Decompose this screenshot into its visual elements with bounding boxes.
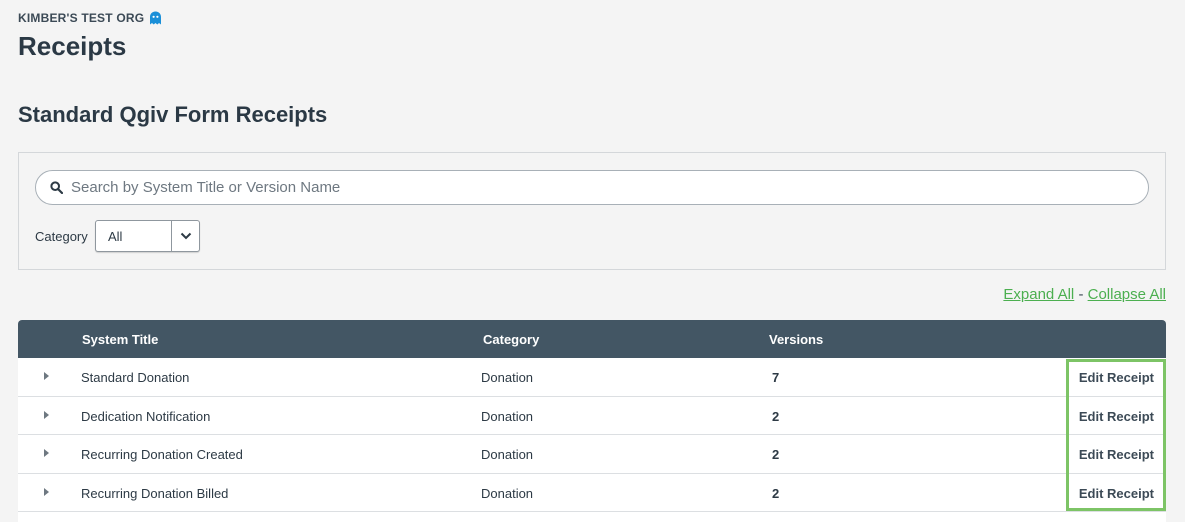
table-row: Standard Donation Donation 7 Edit Receip… bbox=[18, 358, 1166, 397]
collapse-all-link[interactable]: Collapse All bbox=[1088, 286, 1166, 303]
table-row: Dedication Notification Donation 2 Edit … bbox=[18, 396, 1166, 435]
edit-receipt-button[interactable]: Edit Receipt bbox=[1079, 370, 1154, 385]
expand-caret-icon[interactable] bbox=[44, 487, 49, 496]
expand-caret-icon[interactable] bbox=[44, 372, 49, 380]
category-cell: Donation bbox=[481, 447, 534, 462]
search-input[interactable] bbox=[71, 179, 1148, 196]
expand-caret-icon[interactable] bbox=[44, 410, 49, 419]
search-box[interactable] bbox=[35, 170, 1149, 205]
header-versions: Versions bbox=[769, 332, 824, 347]
filter-panel: Category All bbox=[18, 152, 1166, 270]
category-cell: Donation bbox=[481, 408, 534, 424]
header-category: Category bbox=[483, 332, 540, 347]
page-title: Receipts bbox=[18, 31, 127, 61]
versions-cell: 2 bbox=[772, 447, 780, 462]
category-cell: Donation bbox=[481, 485, 534, 501]
versions-cell: 2 bbox=[772, 408, 780, 424]
versions-cell: 7 bbox=[772, 370, 780, 385]
edit-receipt-button[interactable]: Edit Receipt bbox=[1079, 486, 1154, 501]
expand-all-link[interactable]: Expand All bbox=[1003, 286, 1074, 303]
versions-cell: 2 bbox=[772, 485, 780, 501]
receipts-table: System Title Category Versions Standard … bbox=[18, 320, 1166, 522]
search-icon bbox=[50, 181, 63, 194]
table-row: Recurring Donation Created Donation 2 Ed… bbox=[18, 435, 1166, 474]
table-row-partial bbox=[18, 512, 1166, 522]
category-label: Category bbox=[35, 229, 88, 244]
org-name: KIMBER'S TEST ORG bbox=[18, 11, 162, 25]
category-select[interactable]: All bbox=[95, 220, 200, 252]
system-title-cell: Recurring Donation Created bbox=[81, 447, 243, 462]
category-cell: Donation bbox=[481, 370, 534, 385]
system-title-cell: Dedication Notification bbox=[81, 408, 211, 424]
table-header: System Title Category Versions bbox=[18, 320, 1166, 358]
edit-receipt-button[interactable]: Edit Receipt bbox=[1079, 447, 1154, 462]
expand-caret-icon[interactable] bbox=[44, 449, 49, 457]
ghost-icon bbox=[150, 11, 162, 25]
system-title-cell: Standard Donation bbox=[81, 370, 190, 385]
section-title: Standard Qgiv Form Receipts bbox=[18, 102, 328, 127]
edit-receipt-button[interactable]: Edit Receipt bbox=[1079, 409, 1154, 424]
org-name-label: KIMBER'S TEST ORG bbox=[18, 11, 145, 25]
table-row: Recurring Donation Billed Donation 2 Edi… bbox=[18, 473, 1166, 512]
category-selected-value: All bbox=[108, 228, 123, 244]
system-title-cell: Recurring Donation Billed bbox=[81, 485, 229, 501]
header-system-title: System Title bbox=[82, 332, 159, 347]
link-separator: - bbox=[1078, 286, 1084, 303]
expand-collapse-links: Expand All - Collapse All bbox=[1003, 286, 1166, 303]
chevron-down-icon bbox=[171, 221, 199, 251]
